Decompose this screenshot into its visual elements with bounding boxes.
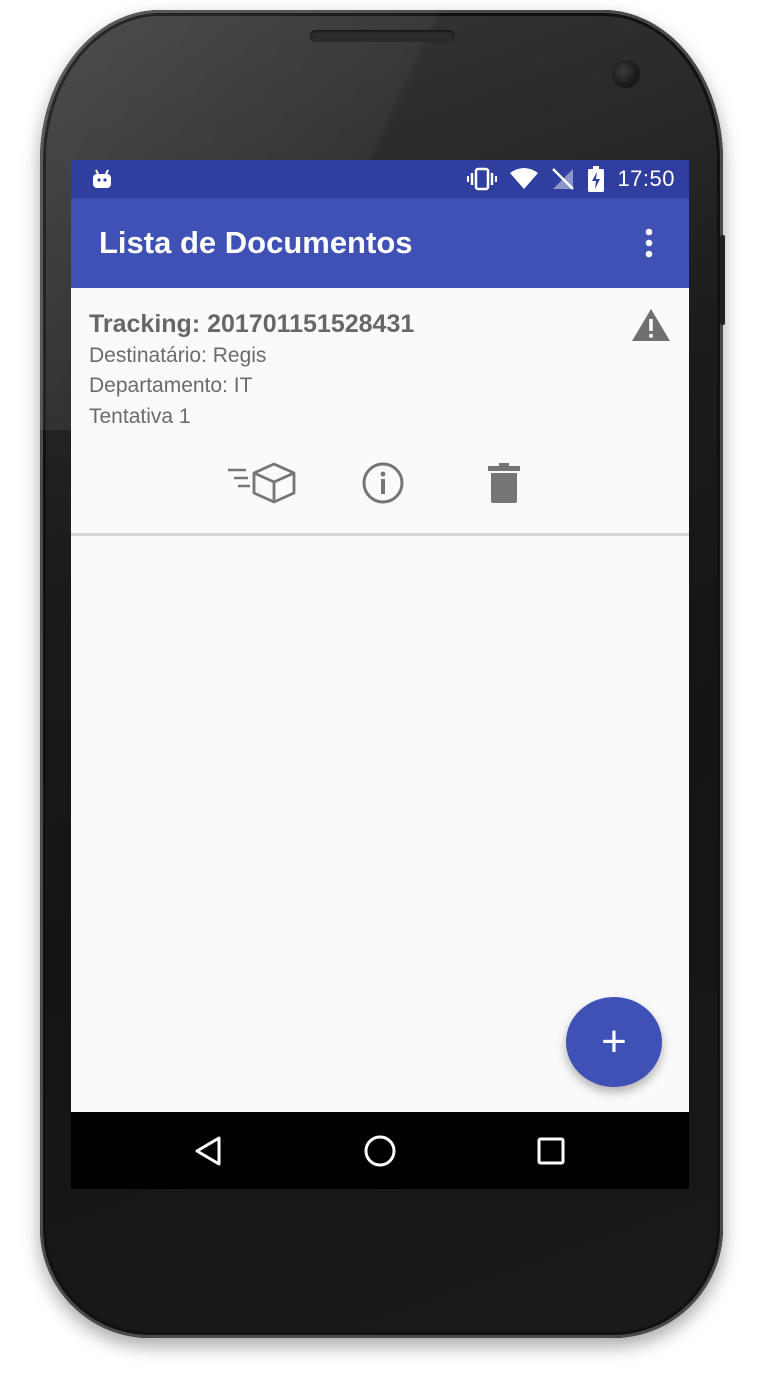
android-debug-icon bbox=[93, 169, 111, 188]
wifi-icon bbox=[510, 168, 539, 189]
card-actions bbox=[71, 458, 689, 508]
warning-icon bbox=[632, 309, 670, 341]
app-bar: Lista de Documentos bbox=[71, 198, 689, 288]
shipping-button[interactable] bbox=[221, 458, 301, 508]
overflow-menu-icon bbox=[645, 228, 653, 258]
phone-side-button bbox=[720, 235, 725, 325]
home-icon bbox=[364, 1135, 396, 1166]
delete-button[interactable] bbox=[464, 458, 544, 508]
document-departamento: Departamento: IT bbox=[89, 374, 253, 397]
recents-icon bbox=[537, 1137, 565, 1164]
nav-bar bbox=[71, 1112, 689, 1189]
phone-speaker bbox=[310, 30, 455, 42]
back-button[interactable] bbox=[168, 1112, 248, 1189]
document-tracking: Tracking: 201701151528431 bbox=[89, 310, 415, 338]
document-destinatario: Destinatário: Regis bbox=[89, 344, 267, 367]
recents-button[interactable] bbox=[511, 1112, 591, 1189]
document-card[interactable]: Tracking: 201701151528431 Destinatário: … bbox=[71, 288, 689, 536]
phone-camera bbox=[612, 60, 640, 88]
info-icon bbox=[362, 462, 404, 504]
status-icons: 17:50 bbox=[467, 160, 675, 198]
back-icon bbox=[195, 1136, 221, 1165]
status-time: 17:50 bbox=[617, 166, 675, 191]
add-document-fab[interactable]: + bbox=[566, 997, 662, 1087]
page-title: Lista de Documentos bbox=[99, 225, 413, 260]
document-tentativa: Tentativa 1 bbox=[89, 405, 191, 428]
status-bar: 17:50 bbox=[71, 160, 689, 198]
add-icon: + bbox=[601, 1017, 627, 1066]
shipping-box-icon bbox=[228, 462, 296, 504]
vibrate-icon bbox=[467, 167, 498, 191]
no-sim-icon bbox=[552, 168, 575, 190]
battery-charging-icon bbox=[588, 166, 605, 192]
home-button[interactable] bbox=[340, 1112, 420, 1189]
info-button[interactable] bbox=[343, 458, 423, 508]
delete-icon bbox=[488, 463, 520, 503]
screen: 17:50 Lista de Documentos Tracking: 2017… bbox=[71, 160, 689, 1189]
overflow-menu-button[interactable] bbox=[629, 223, 669, 263]
